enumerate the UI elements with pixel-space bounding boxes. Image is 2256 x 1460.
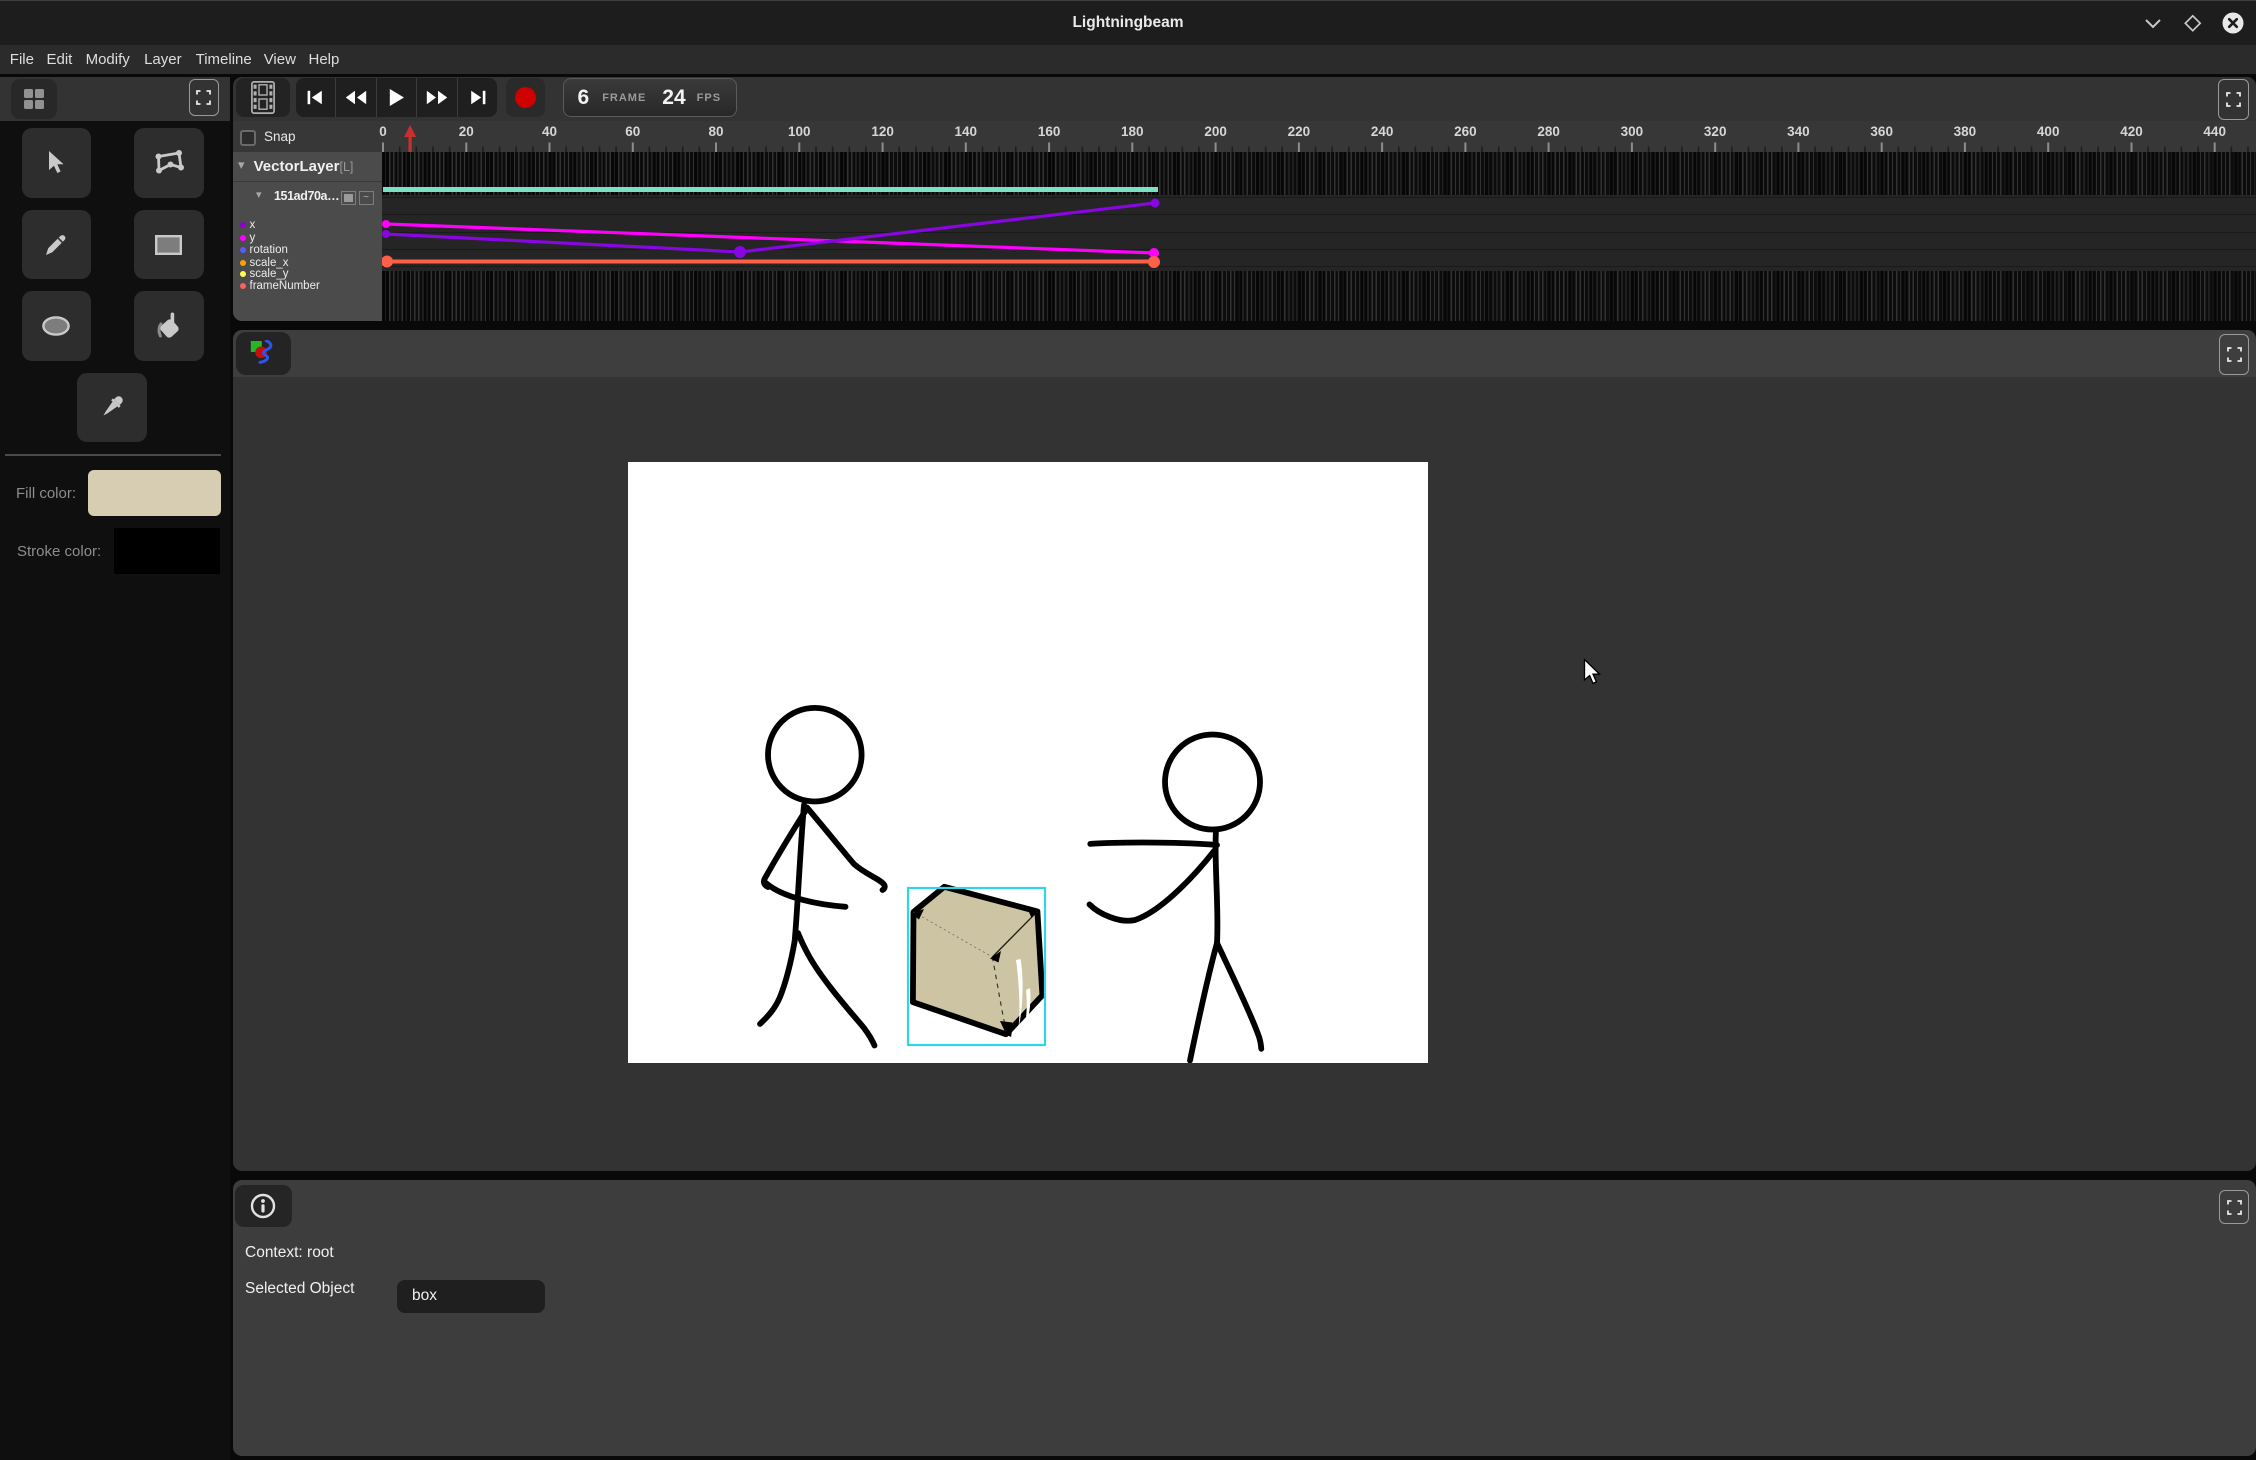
svg-text:220: 220	[1288, 124, 1311, 139]
svg-text:440: 440	[2203, 124, 2226, 139]
svg-text:380: 380	[1954, 124, 1977, 139]
svg-text:280: 280	[1537, 124, 1560, 139]
svg-text:260: 260	[1454, 124, 1477, 139]
svg-text:360: 360	[1870, 124, 1893, 139]
svg-text:180: 180	[1121, 124, 1144, 139]
svg-text:340: 340	[1787, 124, 1810, 139]
svg-text:160: 160	[1038, 124, 1061, 139]
svg-text:40: 40	[542, 124, 557, 139]
svg-text:140: 140	[955, 124, 978, 139]
svg-text:0: 0	[379, 124, 387, 139]
svg-text:420: 420	[2120, 124, 2143, 139]
svg-text:100: 100	[788, 124, 811, 139]
svg-text:200: 200	[1204, 124, 1227, 139]
svg-text:300: 300	[1621, 124, 1644, 139]
svg-text:320: 320	[1704, 124, 1727, 139]
svg-text:400: 400	[2037, 124, 2060, 139]
svg-text:80: 80	[708, 124, 723, 139]
svg-text:60: 60	[625, 124, 640, 139]
svg-text:120: 120	[871, 124, 894, 139]
svg-text:240: 240	[1371, 124, 1394, 139]
svg-text:20: 20	[459, 124, 474, 139]
